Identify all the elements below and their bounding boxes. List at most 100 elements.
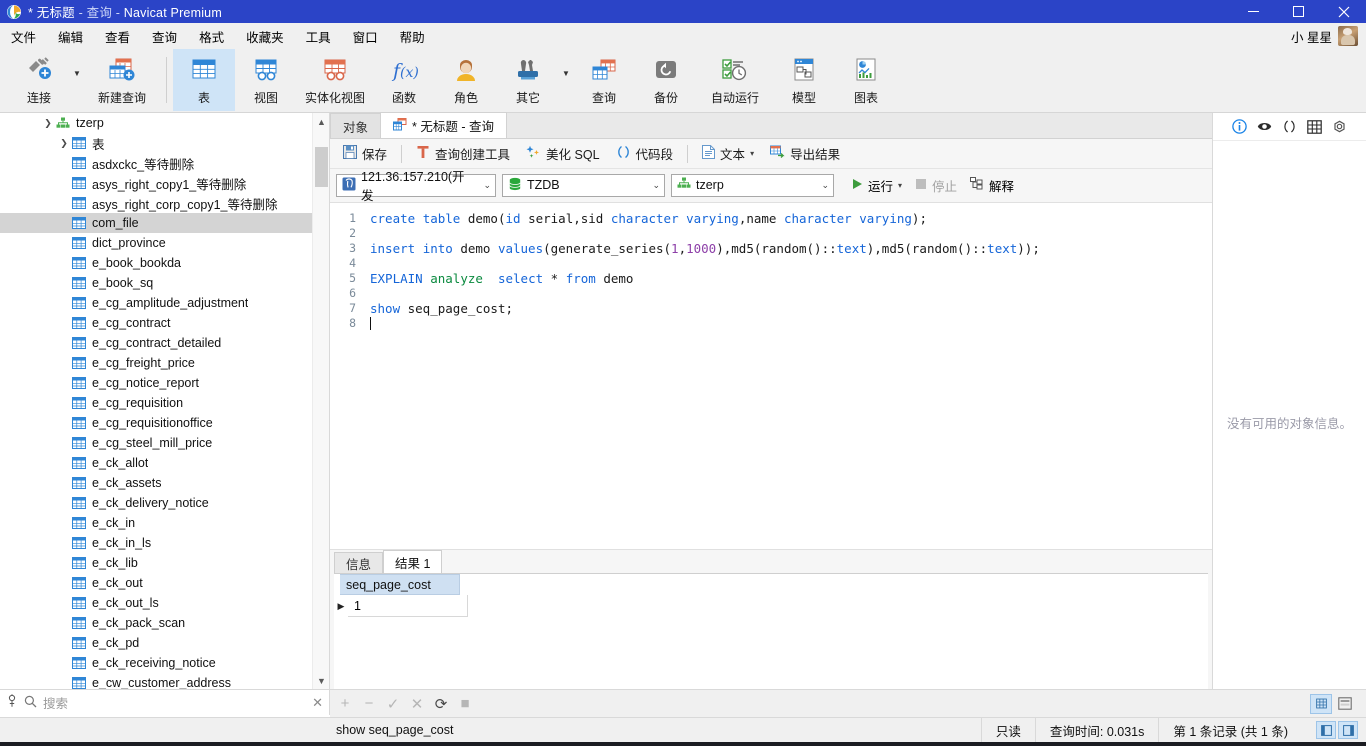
tab-query[interactable]: * 无标题 - 查询 (380, 112, 507, 138)
toolbar-new-query[interactable]: 新建查询 (84, 49, 160, 111)
menu-window[interactable]: 窗口 (342, 24, 389, 49)
maximize-button[interactable] (1276, 0, 1321, 23)
tree-item-table[interactable]: e_ck_receiving_notice (0, 653, 312, 673)
parentheses-icon[interactable] (1282, 119, 1298, 135)
toolbar-others[interactable]: 其它 (497, 49, 559, 111)
search-input[interactable]: 搜索 (43, 693, 68, 712)
stop-button[interactable]: 停止 (910, 173, 962, 198)
scrollbar-thumb[interactable] (315, 147, 328, 187)
eye-icon[interactable] (1257, 119, 1273, 135)
run-button[interactable]: 运行 ▾ (846, 173, 907, 198)
menu-tools[interactable]: 工具 (295, 24, 342, 49)
tree-item-table[interactable]: e_cg_requisition (0, 393, 312, 413)
tree-item-table[interactable]: e_cg_notice_report (0, 373, 312, 393)
chevron-down-icon[interactable]: ❯ (56, 138, 72, 149)
discard-change-button[interactable]: ✕ (410, 695, 424, 713)
tree-item-table[interactable]: e_ck_pd (0, 633, 312, 653)
sql-code-area[interactable]: create table demo(id serial,sid characte… (370, 211, 1212, 331)
menu-favorites[interactable]: 收藏夹 (235, 24, 295, 49)
search-clear-icon[interactable]: ✕ (312, 695, 323, 711)
menu-format[interactable]: 格式 (188, 24, 235, 49)
toolbar-materialized-view[interactable]: 实体化视图 (297, 49, 373, 111)
tree-item-table[interactable]: e_ck_lib (0, 553, 312, 573)
explain-button[interactable]: 解释 (965, 173, 1019, 198)
chevron-down-icon[interactable]: ⌄ (813, 180, 829, 191)
form-view-icon[interactable] (1334, 694, 1356, 714)
toolbar-table[interactable]: 表 (173, 49, 235, 111)
text-view-button[interactable]: 文本 ▾ (695, 141, 761, 166)
tree-node-tables-group[interactable]: ❯ 表 (0, 133, 312, 153)
delete-record-button[interactable]: − (362, 695, 376, 712)
beautify-sql-button[interactable]: 美化 SQL (519, 141, 607, 166)
chevron-down-icon[interactable]: ⌄ (475, 180, 491, 191)
tree-item-table[interactable]: e_book_bookda (0, 253, 312, 273)
tree-item-table[interactable]: e_cg_steel_mill_price (0, 433, 312, 453)
tree-item-table[interactable]: e_ck_allot (0, 453, 312, 473)
toolbar-role[interactable]: 角色 (435, 49, 497, 111)
apply-change-button[interactable]: ✓ (386, 695, 400, 713)
menu-query[interactable]: 查询 (141, 24, 188, 49)
menu-edit[interactable]: 编辑 (47, 24, 94, 49)
toolbar-function[interactable]: f (x) 函数 (373, 49, 435, 111)
tree-item-table[interactable]: e_cg_freight_price (0, 353, 312, 373)
toolbar-view[interactable]: 视图 (235, 49, 297, 111)
tree-item-table[interactable]: e_cg_contract (0, 313, 312, 333)
menu-file[interactable]: 文件 (0, 24, 47, 49)
result-grid[interactable]: seq_page_cost ▶ 1 (334, 573, 1208, 689)
tree-item-table[interactable]: e_ck_delivery_notice (0, 493, 312, 513)
minimize-button[interactable] (1231, 0, 1276, 23)
menu-help[interactable]: 帮助 (389, 24, 436, 49)
cell-seq-page-cost[interactable]: 1 (348, 595, 468, 617)
user-account[interactable]: 小 星星 (1291, 26, 1366, 46)
tree-item-table[interactable]: e_cg_contract_detailed (0, 333, 312, 353)
menu-view[interactable]: 查看 (94, 24, 141, 49)
tree-item-table[interactable]: e_ck_out_ls (0, 593, 312, 613)
filter-icon[interactable] (6, 694, 18, 711)
tab-objects[interactable]: 对象 (330, 113, 382, 138)
tree-item-table[interactable]: asys_right_copy1_等待删除 (0, 173, 312, 193)
scroll-up-icon[interactable]: ▲ (313, 113, 329, 130)
refresh-button[interactable]: ⟳ (434, 695, 448, 713)
grid-view-icon[interactable] (1310, 693, 1332, 714)
tree-item-table[interactable]: dict_province (0, 233, 312, 253)
tree-item-table[interactable]: e_cg_requisitionoffice (0, 413, 312, 433)
schema-select[interactable]: tzerp ⌄ (671, 173, 834, 197)
sidebar-scrollbar[interactable]: ▲ ▼ (312, 113, 329, 689)
add-record-button[interactable]: + (338, 695, 352, 712)
table-row[interactable]: ▶ 1 (334, 595, 1208, 617)
toolbar-automation[interactable]: 自动运行 (697, 49, 773, 111)
tree-item-table[interactable]: e_ck_in_ls (0, 533, 312, 553)
database-select[interactable]: TZDB ⌄ (502, 173, 665, 197)
tree-item-table[interactable]: e_ck_out (0, 573, 312, 593)
tree-item-table[interactable]: e_cw_customer_address (0, 673, 312, 689)
close-button[interactable] (1321, 0, 1366, 23)
tree-item-table[interactable]: e_ck_in (0, 513, 312, 533)
gear-icon[interactable] (1332, 119, 1348, 135)
tree-item-table[interactable]: e_cg_amplitude_adjustment (0, 293, 312, 313)
sql-editor[interactable]: 12345678 create table demo(id serial,sid… (330, 202, 1212, 550)
toggle-right-panel-button[interactable] (1338, 721, 1358, 739)
column-header-seq-page-cost[interactable]: seq_page_cost (340, 574, 460, 595)
query-builder-button[interactable]: 查询创建工具 (409, 141, 517, 166)
toolbar-query[interactable]: 查询 (573, 49, 635, 111)
stop-loading-button[interactable]: ■ (458, 695, 472, 712)
snippet-button[interactable]: 代码段 (609, 141, 681, 166)
sidebar-search-bar[interactable]: 搜索 ✕ (0, 689, 330, 715)
toolbar-backup[interactable]: 备份 (635, 49, 697, 111)
export-result-button[interactable]: 导出结果 (763, 141, 847, 166)
tree-item-table[interactable]: asdxckc_等待删除 (0, 153, 312, 173)
chevron-down-icon[interactable]: ⌄ (644, 180, 660, 191)
toolbar-model[interactable]: 模型 (773, 49, 835, 111)
tree-item-table[interactable]: asys_right_corp_copy1_等待删除 (0, 193, 312, 213)
info-icon[interactable] (1232, 119, 1248, 135)
tree-node-connection[interactable]: ❯ tzerp (0, 113, 312, 133)
grid-icon[interactable] (1307, 119, 1323, 135)
tree-item-table[interactable]: e_book_sq (0, 273, 312, 293)
chevron-down-icon[interactable]: ▾ (898, 181, 902, 190)
tree-item-table[interactable]: e_ck_assets (0, 473, 312, 493)
save-button[interactable]: 保存 (336, 141, 394, 166)
chevron-down-icon[interactable]: ▾ (750, 149, 754, 158)
scroll-down-icon[interactable]: ▼ (313, 672, 329, 689)
result-tab-result-1[interactable]: 结果 1 (383, 550, 443, 573)
chevron-down-icon[interactable]: ❯ (40, 118, 56, 129)
